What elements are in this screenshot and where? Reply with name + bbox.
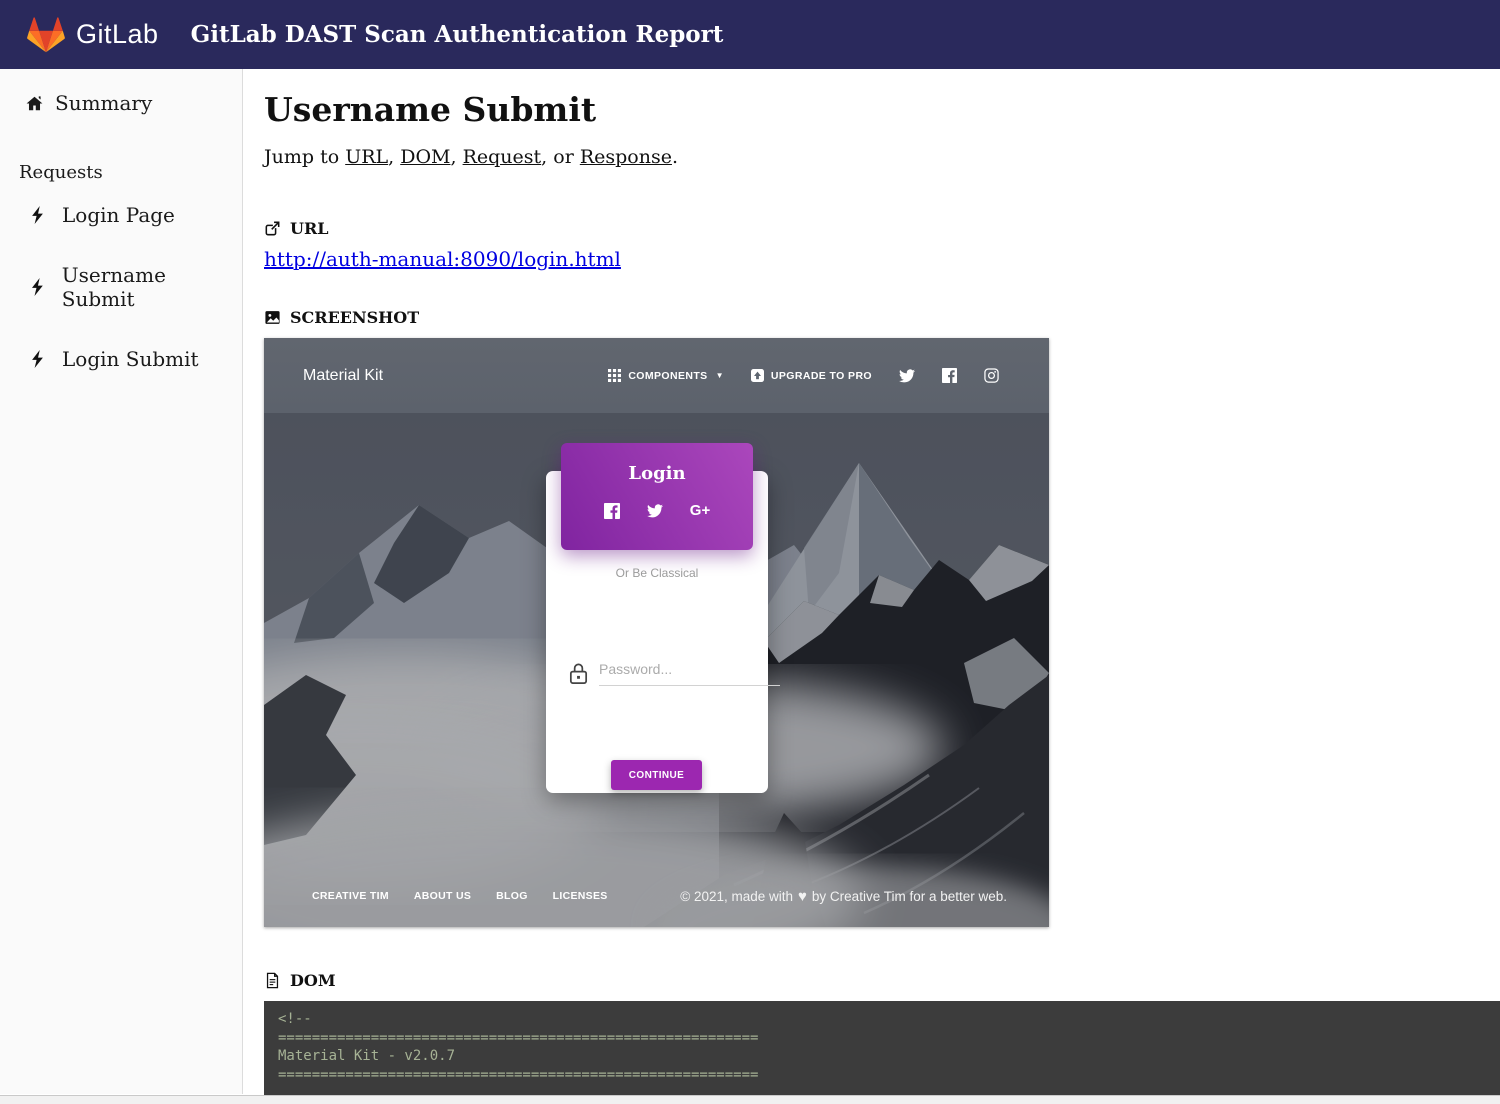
sidebar-item-login-submit[interactable]: Login Submit: [0, 347, 242, 371]
sidebar-item-label: Login Page: [62, 203, 175, 227]
url-section-header: URL: [264, 219, 1500, 238]
footer-link: LICENSES: [553, 890, 608, 902]
facebook-icon: [942, 368, 957, 383]
upgrade-to-pro: UPGRADE TO PRO: [751, 369, 872, 382]
sidebar-item-summary[interactable]: Summary: [0, 91, 242, 115]
report-title: GitLab DAST Scan Authentication Report: [191, 21, 724, 48]
or-be-classical-text: Or Be Classical: [546, 566, 768, 580]
dom-code-block[interactable]: <!-- ===================================…: [264, 1001, 1500, 1104]
scanned-url-link[interactable]: http://auth-manual:8090/login.html: [264, 247, 621, 271]
jump-link-dom[interactable]: DOM: [400, 146, 450, 168]
footer-copyright: © 2021, made with ♥ by Creative Tim for …: [680, 888, 1007, 905]
sidebar-item-login-page[interactable]: Login Page: [0, 203, 242, 227]
chevron-down-icon: ▼: [716, 371, 724, 380]
jump-sep: ,: [450, 146, 462, 168]
jump-link-response[interactable]: Response: [580, 146, 672, 168]
footer-link: CREATIVE TIM: [312, 890, 389, 902]
copyright-prefix: © 2021, made with: [680, 889, 793, 904]
image-icon: [264, 309, 281, 326]
copyright-suffix: by Creative Tim for a better web.: [812, 889, 1007, 904]
screenshot-section-header: SCREENSHOT: [264, 308, 1500, 327]
materialkit-brand: Material Kit: [303, 367, 383, 385]
footer-link: ABOUT US: [414, 890, 471, 902]
login-title: Login: [628, 463, 685, 484]
jump-to-line: Jump to URL, DOM, Request, or Response.: [264, 146, 1500, 168]
footer-link: BLOG: [496, 890, 528, 902]
grid-icon: [608, 369, 621, 382]
bolt-icon: [31, 206, 44, 224]
upgrade-label: UPGRADE TO PRO: [771, 370, 872, 382]
screenshot-section-label: SCREENSHOT: [290, 308, 419, 327]
sidebar: Summary Requests Login Page Username Sub…: [0, 69, 243, 1094]
upgrade-icon: [751, 369, 764, 382]
heart-icon: ♥: [798, 888, 807, 905]
twitter-icon: [899, 369, 915, 383]
twitter-icon: [647, 503, 663, 519]
dom-section-label: DOM: [290, 971, 336, 990]
jump-link-request[interactable]: Request: [463, 146, 542, 168]
jump-prefix: Jump to: [264, 146, 345, 168]
googleplus-icon: G+: [690, 502, 710, 519]
materialkit-footer: CREATIVE TIM ABOUT US BLOG LICENSES © 20…: [264, 865, 1049, 927]
sidebar-item-username-submit[interactable]: Username Submit: [0, 263, 242, 311]
jump-end: .: [672, 146, 678, 168]
gitlab-logo-icon: [26, 16, 66, 54]
continue-button: CONTINUE: [611, 760, 702, 790]
sidebar-item-label: Summary: [55, 91, 152, 115]
jump-link-url[interactable]: URL: [345, 146, 388, 168]
materialkit-navbar: Material Kit COMPONENTS ▼: [264, 338, 1049, 413]
dom-section-header: DOM: [264, 971, 1500, 990]
gitlab-brand-text: GitLab: [76, 19, 159, 50]
jump-sep: , or: [541, 146, 580, 168]
url-section-label: URL: [290, 219, 329, 238]
document-icon: [264, 972, 281, 989]
app-header: GitLab GitLab DAST Scan Authentication R…: [0, 0, 1500, 69]
facebook-icon: [604, 503, 620, 519]
external-link-icon: [264, 220, 281, 237]
screenshot-image: Material Kit COMPONENTS ▼: [264, 338, 1049, 927]
bolt-icon: [31, 278, 44, 296]
jump-sep: ,: [388, 146, 400, 168]
login-card-header: Login G+: [561, 443, 753, 550]
lock-icon: [567, 661, 590, 686]
home-icon: [26, 95, 43, 112]
sidebar-section-requests: Requests: [0, 162, 242, 183]
horizontal-scrollbar[interactable]: [0, 1095, 1500, 1104]
bolt-icon: [31, 350, 44, 368]
sidebar-item-label: Login Submit: [62, 347, 199, 371]
components-label: COMPONENTS: [628, 370, 707, 382]
components-menu: COMPONENTS ▼: [608, 369, 724, 382]
page-title: Username Submit: [264, 90, 1500, 129]
password-input: [599, 657, 780, 686]
sidebar-item-label: Username Submit: [62, 263, 242, 311]
password-row: [567, 657, 747, 686]
main-content: Username Submit Jump to URL, DOM, Reques…: [243, 69, 1500, 1094]
instagram-icon: [984, 368, 999, 383]
